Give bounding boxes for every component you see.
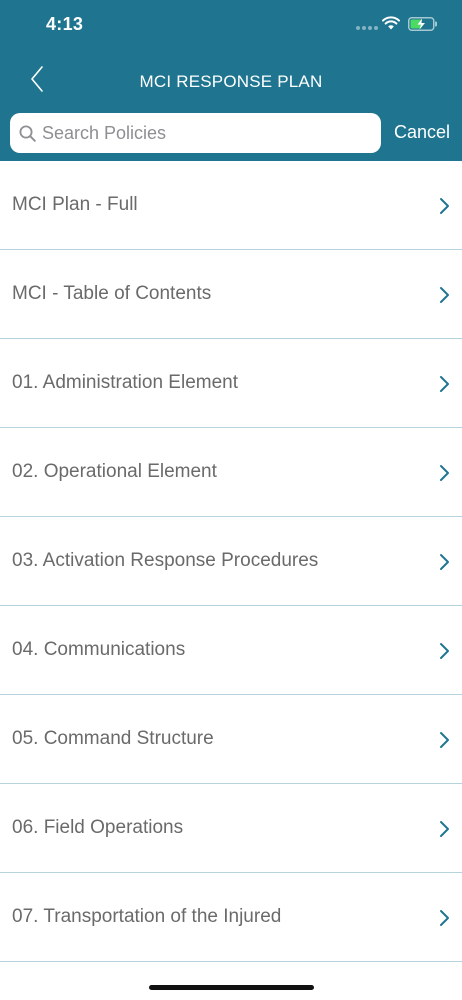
list-item-label: 01. Administration Element (12, 372, 239, 393)
policy-list: MCI Plan - Full MCI - Table of Contents … (0, 161, 462, 962)
list-item[interactable]: MCI Plan - Full (0, 161, 462, 250)
chevron-right-icon (440, 376, 449, 392)
page-title: MCI RESPONSE PLAN (139, 72, 323, 91)
chevron-right-icon (440, 554, 449, 570)
home-indicator[interactable] (149, 985, 314, 990)
list-item-label: 05. Command Structure (12, 728, 214, 749)
cancel-button[interactable]: Cancel (394, 122, 450, 143)
cellular-signal-icon (356, 26, 378, 30)
chevron-right-icon (440, 732, 449, 748)
status-time: 4:13 (46, 14, 84, 34)
list-item[interactable]: 06. Field Operations (0, 784, 462, 873)
chevron-right-icon (440, 910, 449, 926)
list-item[interactable]: 05. Command Structure (0, 695, 462, 784)
list-item-label: 06. Field Operations (12, 817, 184, 838)
list-item-label: MCI Plan - Full (12, 194, 138, 215)
list-item[interactable]: 03. Activation Response Procedures (0, 517, 462, 606)
list-item[interactable]: 02. Operational Element (0, 428, 462, 517)
list-item-label: 03. Activation Response Procedures (12, 550, 319, 571)
navigation-bar: MCI RESPONSE PLAN (0, 52, 462, 108)
list-item-label: 02. Operational Element (12, 461, 217, 482)
chevron-right-icon (440, 821, 449, 837)
list-item-label: MCI - Table of Contents (12, 283, 212, 304)
list-item-label: 04. Communications (12, 639, 186, 660)
search-bar: Cancel (0, 108, 462, 161)
status-bar: 4:13 (0, 0, 462, 52)
chevron-right-icon (440, 643, 449, 659)
list-item-label: 07. Transportation of the Injured (12, 906, 282, 927)
chevron-right-icon (440, 287, 449, 303)
battery-charging-icon (408, 17, 437, 31)
list-item[interactable]: MCI - Table of Contents (0, 250, 462, 339)
search-field[interactable] (10, 113, 381, 153)
list-item[interactable]: 07. Transportation of the Injured (0, 873, 462, 962)
list-item[interactable]: 01. Administration Element (0, 339, 462, 428)
search-input[interactable] (42, 113, 372, 153)
wifi-icon (382, 16, 400, 30)
app-header: 4:13 MCI RESPONSE PLAN Search Policies C… (0, 0, 462, 161)
chevron-right-icon (440, 465, 449, 481)
list-item[interactable]: 04. Communications (0, 606, 462, 695)
chevron-right-icon (440, 198, 449, 214)
search-icon (19, 125, 36, 142)
